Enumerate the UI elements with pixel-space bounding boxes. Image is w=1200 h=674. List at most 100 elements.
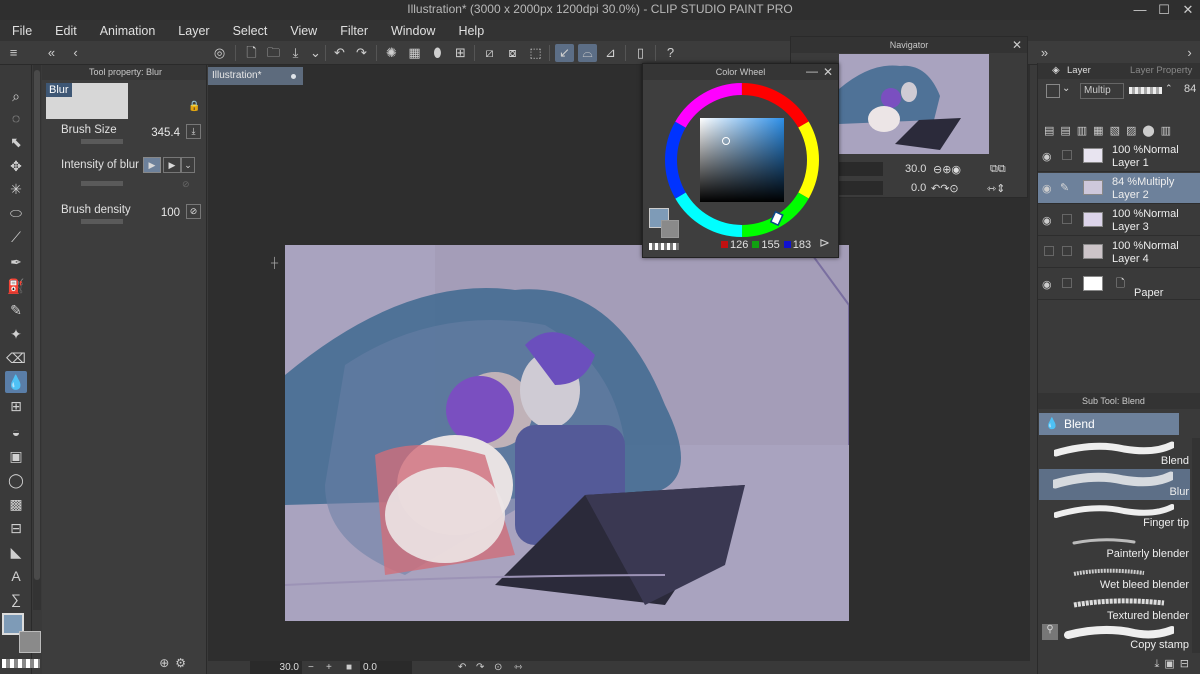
brush-size-dropdown-icon[interactable]: ⤓ [186,124,201,139]
figure-icon[interactable]: ◯ [5,469,27,491]
transparent-color-swatch[interactable] [2,659,40,668]
hue-ring[interactable] [662,80,822,240]
eraser-icon[interactable]: ⌫ [5,347,27,369]
brush-density-slider[interactable] [81,219,123,224]
pressure-settings-icon[interactable]: ▶ [163,157,181,173]
clear-outside-icon[interactable]: ▦ [405,44,424,62]
zoom-stop-icon[interactable]: ■ [346,661,352,674]
frame-tool-icon[interactable]: ⊞ [5,395,27,417]
ruler-icon[interactable]: ◣ [5,541,27,563]
tab-layer[interactable]: Layer [1067,63,1091,79]
snap-grid-icon[interactable]: ⊿ [601,44,620,62]
layer-toolbar[interactable]: ▤▤▥▦▧▨⬤▥ [1044,124,1177,137]
object-tool-icon[interactable]: ⬉ [5,131,27,153]
brush-density-row[interactable]: Brush density 100 ⊘ [53,200,205,230]
sub-color-chip[interactable] [661,220,679,238]
balloon-icon[interactable]: ∑ [5,588,27,610]
collapse-left-icon[interactable]: « [42,44,61,62]
sub-color-swatch[interactable] [19,631,41,653]
layer-row[interactable]: ◉ 100 %Normal Layer 3 [1038,205,1200,236]
magic-wand-icon[interactable]: ✳ [5,178,27,200]
layer-lock-box[interactable] [1062,246,1072,256]
menu-file[interactable]: File [0,24,43,38]
material-icon[interactable]: ▩ [5,493,27,515]
close-icon[interactable]: ✕ [823,65,833,79]
brush-size-value[interactable]: 345.4 [151,127,180,139]
artwork-canvas[interactable] [285,245,849,621]
brush-size-row[interactable]: Brush Size 345.4 ⤓ [53,120,205,150]
intensity-slider[interactable] [81,181,123,186]
menu-view[interactable]: View [278,24,328,38]
tab-layer-property[interactable]: Layer Property [1130,63,1192,79]
fill-tool-icon[interactable]: ◒ [5,421,27,443]
snap-ruler-icon[interactable]: ↙ [555,44,574,62]
layer-lock-box[interactable] [1062,150,1072,160]
visibility-eye-icon[interactable]: ◉ [1042,278,1052,291]
color-settings-icon[interactable]: ⊳ [819,235,830,251]
expand-right-icon[interactable]: › [1180,44,1199,62]
minimize-button[interactable]: — [1128,0,1152,20]
brush-item-blur[interactable]: Blur [1039,469,1190,500]
selection-tool-icon[interactable]: ⬭ [5,202,27,224]
intensity-row[interactable]: Intensity of blur ▶ ▶ ⌄ ⊘ [53,155,205,195]
opacity-stepper[interactable]: ⌃ [1165,83,1173,94]
status-rotation-field[interactable]: 0.0 [360,661,412,674]
sub-tool-group[interactable]: 💧 Blend [1039,413,1179,435]
layer-row[interactable]: ◉ 100 %Normal Layer 1 [1038,141,1200,172]
gradient-icon[interactable]: ▣ [5,445,27,467]
zoom-out-icon[interactable]: − [308,661,314,674]
redo-icon[interactable]: ↷ [352,44,371,62]
menu-filter[interactable]: Filter [328,24,379,38]
smartphone-icon[interactable]: ▯ [631,44,650,62]
status-zoom-field[interactable]: 30.0 [250,661,302,674]
menu-window[interactable]: Window [379,24,446,38]
help-icon[interactable]: ? [661,44,680,62]
menu-animation[interactable]: Animation [88,24,167,38]
navigator-rotation-slider[interactable] [839,181,883,195]
selection-border-icon[interactable]: ⬚ [526,44,545,62]
transparent-chip[interactable] [649,243,679,250]
close-icon[interactable]: ✕ [1012,38,1022,52]
rotate-left-icon[interactable]: ↶ [458,661,466,674]
opacity-value[interactable]: 84 [1184,83,1196,95]
navigator-zoom-icons[interactable]: ⊖⊕◉ [933,163,961,176]
invert-selection-icon[interactable]: ⧇ [503,44,522,62]
decoration-icon[interactable]: ✦ [5,323,27,345]
brush-item-textured-blender[interactable]: Textured blender [1050,593,1190,624]
layer-row-paper[interactable]: ◉ 🗋 Paper [1038,269,1200,300]
visibility-eye-icon[interactable]: ◉ [1042,150,1052,163]
save-icon[interactable]: ⤓ [286,44,305,62]
new-file-icon[interactable]: 🗋 [242,44,261,62]
chevron-down-icon[interactable]: ⌄ [181,157,195,173]
document-tab[interactable]: Illustration* [208,67,303,85]
brush-density-pressure-icon[interactable]: ⊘ [186,204,201,219]
sub-tool-bottom-icons[interactable]: ⤓▣⊟ [1155,657,1194,671]
menu-select[interactable]: Select [221,24,279,38]
menu-help[interactable]: Help [446,24,495,38]
collapse-left-icon-2[interactable]: ‹ [66,44,85,62]
brush-item-painterly-blender[interactable]: Painterly blender [1050,531,1190,562]
flip-icons[interactable]: ⇿⇕ [987,182,1005,195]
opacity-slider[interactable] [1129,87,1162,94]
navigator-zoom-value[interactable]: 30.0 [905,163,926,175]
layer-color-box[interactable] [1046,84,1060,98]
lock-icon[interactable]: 🔒 [188,101,200,112]
panel-menu-icon[interactable]: ≡ [4,44,23,62]
visibility-eye-icon[interactable]: ◉ [1042,182,1052,195]
brush-item-finger-tip[interactable]: Finger tip [1050,500,1190,531]
snap-special-ruler-icon[interactable]: ⌓ [578,44,597,62]
reset-rotation-icon[interactable]: ⊙ [494,661,502,674]
pressure-icon[interactable]: ▶ [143,157,161,173]
chevron-down-icon[interactable]: ⌄ [306,44,325,62]
rotate-right-icon[interactable]: ↷ [476,661,484,674]
pen-tool-icon[interactable]: ✒ [5,251,27,273]
fit-icon[interactable]: ⧉⧉ [990,163,1006,176]
layer-row-selected[interactable]: ◉ ✎ 84 %Multiply Layer 2 [1038,173,1200,204]
clip-studio-icon[interactable]: ◎ [210,44,229,62]
navigator-rotation-icons[interactable]: ↶↷⊙ [931,182,959,195]
zoom-in-icon[interactable]: + [326,661,332,674]
blend-tool-icon[interactable]: 💧 [5,371,27,393]
navigator-rotation-value[interactable]: 0.0 [911,182,926,194]
move-tool-icon[interactable]: ✥ [5,155,27,177]
visibility-eye-icon[interactable]: ◉ [1042,214,1052,227]
